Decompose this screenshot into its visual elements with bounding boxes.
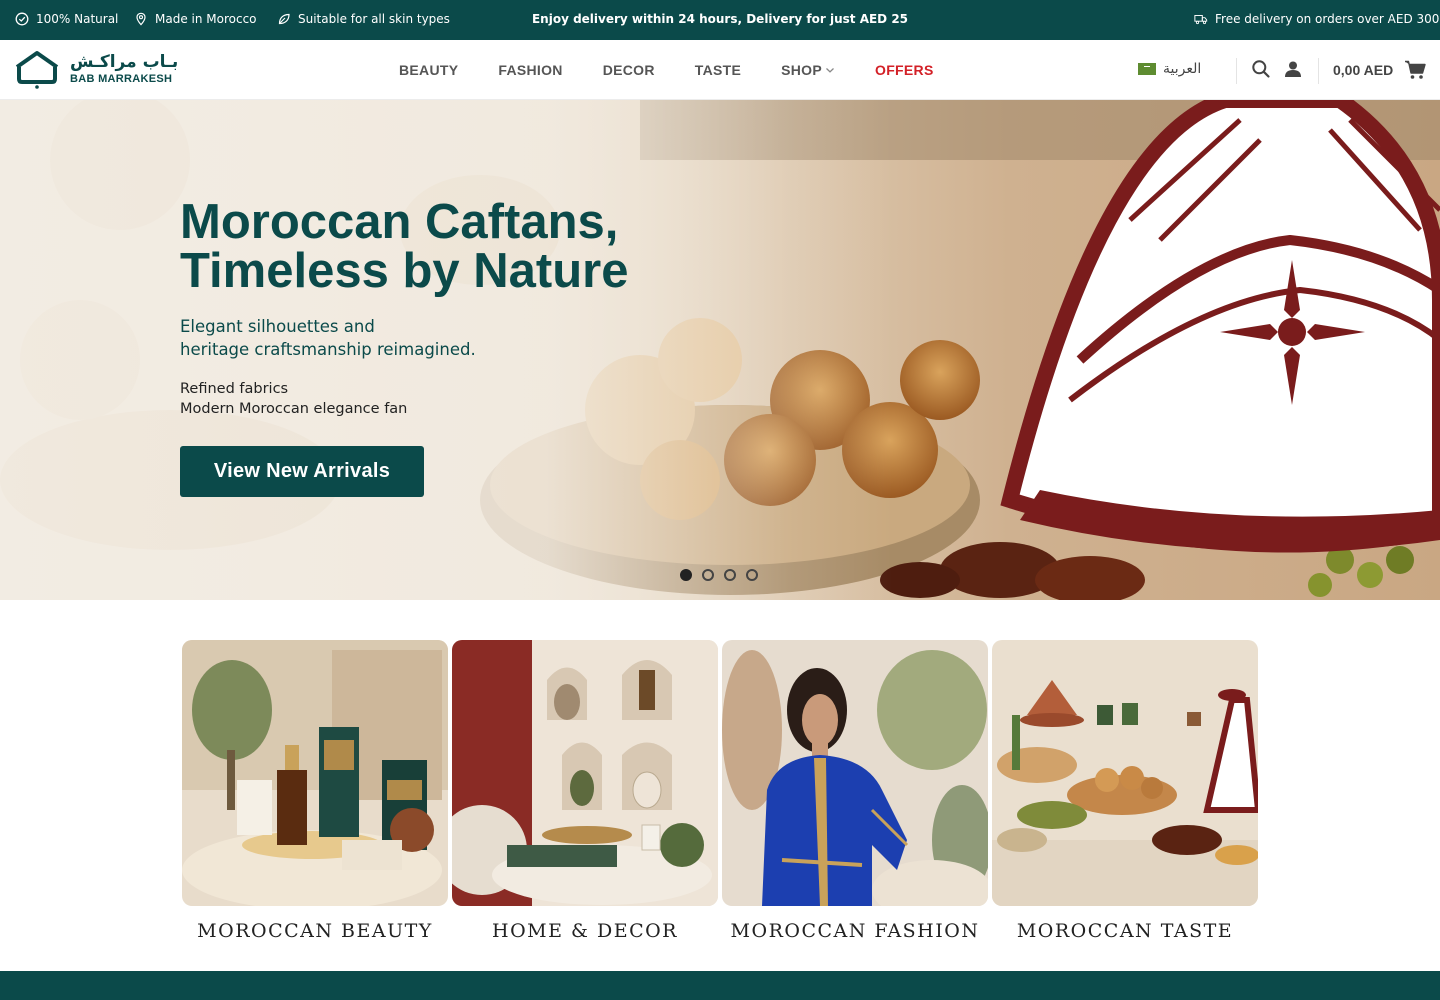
category-card-decor[interactable]: HOME & DECOR [452,640,718,942]
view-new-arrivals-button[interactable]: View New Arrivals [180,446,424,497]
free-delivery-text: Free delivery on orders over AED 300 [1215,12,1440,26]
hero-description-line: Refined fabrics [180,381,289,397]
slider-dot-4[interactable] [746,569,758,581]
nav-taste[interactable]: TASTE [695,62,741,78]
slider-dot-3[interactable] [724,569,736,581]
cart-total[interactable]: 0,00 AED [1333,62,1393,78]
header-divider [1318,58,1319,84]
category-image[interactable] [722,640,988,906]
hero-title-line: Timeless by Nature [180,244,629,298]
slider-dot-2[interactable] [702,569,714,581]
announcement-bar: 100% Natural Made in Morocco Suitable fo… [0,0,1440,40]
category-image[interactable] [992,640,1258,906]
free-delivery-badge: Free delivery on orders over AED 300 [1194,12,1439,26]
language-label: العربية [1163,61,1202,77]
site-header: بـاب مراكـش BAB MARRAKESH BEAUTY FASHION… [0,40,1440,100]
chevron-down-icon [826,68,834,73]
nav-offers[interactable]: OFFERS [875,62,934,78]
category-label[interactable]: MOROCCAN FASHION [722,920,988,942]
category-label[interactable]: MOROCCAN TASTE [992,920,1258,942]
hero-description: Refined fabrics Modern Moroccan elegance… [180,379,407,419]
logo-arabic: بـاب مراكـش [70,51,179,72]
hero-description-line: Modern Moroccan elegance fan [180,401,408,417]
category-image[interactable] [182,640,448,906]
hero-slider: Moroccan Caftans, Timeless by Nature Ele… [0,100,1440,600]
category-card-fashion[interactable]: MOROCCAN FASHION [722,640,988,942]
flag-icon [1138,63,1156,75]
header-divider [1236,58,1237,84]
logo-arch-icon [15,51,59,89]
category-grid: MOROCCAN BEAUTY HOME & DECOR MOROCCAN FA… [182,640,1258,942]
nav-beauty[interactable]: BEAUTY [399,62,458,78]
nav-decor[interactable]: DECOR [603,62,655,78]
hero-subtitle-line: heritage craftsmanship reimagined. [180,340,476,359]
truck-icon [1194,15,1208,25]
taste-food-image [992,640,1258,906]
category-image[interactable] [452,640,718,906]
hero-title-line: Moroccan Caftans, [180,195,619,249]
language-switcher[interactable]: العربية [1138,61,1201,77]
beauty-products-image [182,640,448,906]
user-icon[interactable] [1283,59,1303,79]
footer-band [0,971,1440,1000]
category-card-taste[interactable]: MOROCCAN TASTE [992,640,1258,942]
category-label[interactable]: HOME & DECOR [452,920,718,942]
home-decor-image [452,640,718,906]
category-card-beauty[interactable]: MOROCCAN BEAUTY [182,640,448,942]
logo-english: BAB MARRAKESH [70,72,173,85]
hero-subtitle: Elegant silhouettes and heritage craftsm… [180,315,500,361]
nav-shop[interactable]: SHOP [781,62,835,78]
logo[interactable]: بـاب مراكـش BAB MARRAKESH [14,49,178,89]
hero-title: Moroccan Caftans, Timeless by Nature [180,198,628,296]
nav-shop-label: SHOP [781,62,822,78]
slider-dots [680,569,758,581]
hero-subtitle-line: Elegant silhouettes and [180,317,375,336]
cart-icon[interactable] [1404,60,1426,80]
category-label[interactable]: MOROCCAN BEAUTY [182,920,448,942]
main-nav: BEAUTY FASHION DECOR TASTE SHOP OFFERS [399,62,974,78]
search-icon[interactable] [1251,59,1271,79]
fashion-caftan-image [722,640,988,906]
nav-fashion[interactable]: FASHION [498,62,562,78]
slider-dot-1[interactable] [680,569,692,581]
